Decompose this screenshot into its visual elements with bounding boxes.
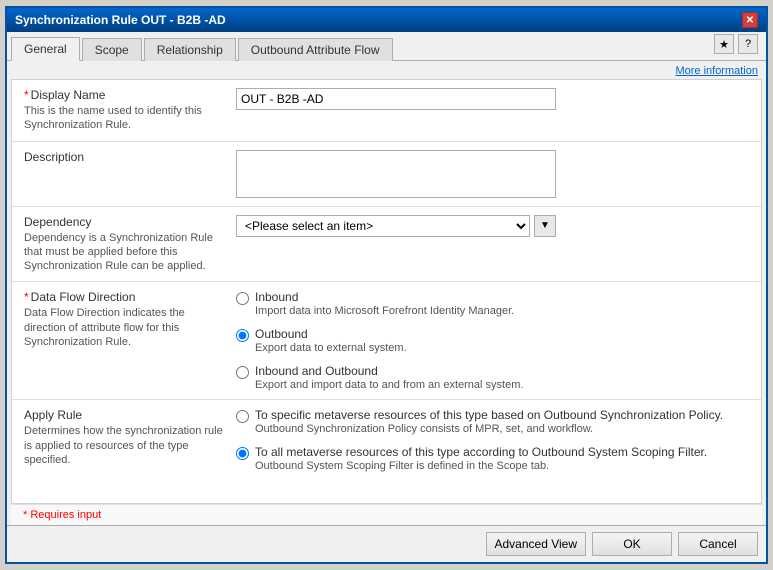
- data-flow-outbound-desc: Export data to external system.: [255, 342, 407, 354]
- data-flow-required: *: [24, 290, 29, 304]
- data-flow-both-label: Inbound and Outbound: [255, 364, 523, 378]
- description-section: Description: [12, 142, 761, 207]
- more-info-bar: More information: [7, 61, 766, 79]
- display-name-label-col: *Display Name This is the name used to i…: [24, 88, 224, 133]
- dependency-desc: Dependency is a Synchronization Rule tha…: [24, 231, 224, 274]
- cancel-button[interactable]: Cancel: [678, 532, 758, 556]
- data-flow-inbound-radio[interactable]: [236, 292, 249, 305]
- tab-scope[interactable]: Scope: [82, 38, 142, 61]
- data-flow-outbound-label: Outbound: [255, 327, 407, 341]
- display-name-label: *Display Name: [24, 88, 224, 102]
- data-flow-both-desc: Export and import data to and from an ex…: [255, 379, 523, 391]
- description-label-col: Description: [24, 150, 224, 198]
- title-bar: Synchronization Rule OUT - B2B -AD ✕: [7, 8, 766, 32]
- apply-rule-input-col: To specific metaverse resources of this …: [236, 408, 749, 472]
- display-name-input-col: [236, 88, 749, 133]
- display-name-input[interactable]: [236, 88, 556, 110]
- display-name-desc: This is the name used to identify this S…: [24, 104, 224, 133]
- tab-relationship[interactable]: Relationship: [144, 38, 236, 61]
- apply-rule-all-item: To all metaverse resources of this type …: [236, 445, 749, 472]
- content-area: *Display Name This is the name used to i…: [11, 79, 762, 504]
- apply-rule-specific-label: To specific metaverse resources of this …: [255, 408, 723, 422]
- dependency-label: Dependency: [24, 215, 224, 229]
- main-window: Synchronization Rule OUT - B2B -AD ✕ Gen…: [5, 6, 768, 564]
- requires-input-text: * Requires input: [23, 509, 101, 521]
- description-input-col: [236, 150, 749, 198]
- apply-rule-all-desc: Outbound System Scoping Filter is define…: [255, 460, 707, 472]
- data-flow-inbound-item: Inbound Import data into Microsoft Foref…: [236, 290, 749, 317]
- display-name-required: *: [24, 88, 29, 102]
- apply-rule-specific-item: To specific metaverse resources of this …: [236, 408, 749, 435]
- dependency-label-col: Dependency Dependency is a Synchronizati…: [24, 215, 224, 274]
- ok-button[interactable]: OK: [592, 532, 672, 556]
- apply-rule-label: Apply Rule: [24, 408, 224, 422]
- data-flow-input-col: Inbound Import data into Microsoft Foref…: [236, 290, 749, 391]
- data-flow-inbound-label: Inbound: [255, 290, 514, 304]
- dependency-input-col: <Please select an item> ▼: [236, 215, 749, 274]
- data-flow-outbound-radio[interactable]: [236, 329, 249, 342]
- description-label: Description: [24, 150, 224, 164]
- data-flow-both-radio[interactable]: [236, 366, 249, 379]
- apply-rule-section: Apply Rule Determines how the synchroniz…: [12, 400, 761, 480]
- apply-rule-label-col: Apply Rule Determines how the synchroniz…: [24, 408, 224, 472]
- star-icon[interactable]: ★: [714, 34, 734, 54]
- apply-rule-all-label: To all metaverse resources of this type …: [255, 445, 707, 459]
- data-flow-desc: Data Flow Direction indicates the direct…: [24, 306, 224, 349]
- apply-rule-radio-group: To specific metaverse resources of this …: [236, 408, 749, 472]
- data-flow-both-item: Inbound and Outbound Export and import d…: [236, 364, 749, 391]
- dependency-select[interactable]: <Please select an item>: [236, 215, 530, 237]
- dependency-select-wrapper: <Please select an item> ▼: [236, 215, 556, 237]
- help-icon[interactable]: ?: [738, 34, 758, 54]
- close-button[interactable]: ✕: [742, 12, 758, 28]
- data-flow-label-col: *Data Flow Direction Data Flow Direction…: [24, 290, 224, 391]
- apply-rule-specific-desc: Outbound Synchronization Policy consists…: [255, 423, 723, 435]
- apply-rule-all-radio[interactable]: [236, 447, 249, 460]
- display-name-section: *Display Name This is the name used to i…: [12, 80, 761, 142]
- dependency-dropdown-btn[interactable]: ▼: [534, 215, 556, 237]
- tab-outbound[interactable]: Outbound Attribute Flow: [238, 38, 393, 61]
- data-flow-label: *Data Flow Direction: [24, 290, 224, 304]
- data-flow-inbound-desc: Import data into Microsoft Forefront Ide…: [255, 305, 514, 317]
- tab-general[interactable]: General: [11, 37, 80, 61]
- apply-rule-desc: Determines how the synchronization rule …: [24, 424, 224, 467]
- data-flow-outbound-item: Outbound Export data to external system.: [236, 327, 749, 354]
- data-flow-radio-group: Inbound Import data into Microsoft Foref…: [236, 290, 749, 391]
- data-flow-section: *Data Flow Direction Data Flow Direction…: [12, 282, 761, 400]
- advanced-view-button[interactable]: Advanced View: [486, 532, 587, 556]
- dependency-section: Dependency Dependency is a Synchronizati…: [12, 207, 761, 283]
- window-title: Synchronization Rule OUT - B2B -AD: [15, 13, 226, 27]
- more-information-link[interactable]: More information: [675, 65, 758, 77]
- footer-bar: Advanced View OK Cancel: [7, 525, 766, 562]
- requires-input-label: * Requires input: [11, 504, 762, 525]
- description-input[interactable]: [236, 150, 556, 198]
- tabs-container: General Scope Relationship Outbound Attr…: [7, 32, 766, 61]
- apply-rule-specific-radio[interactable]: [236, 410, 249, 423]
